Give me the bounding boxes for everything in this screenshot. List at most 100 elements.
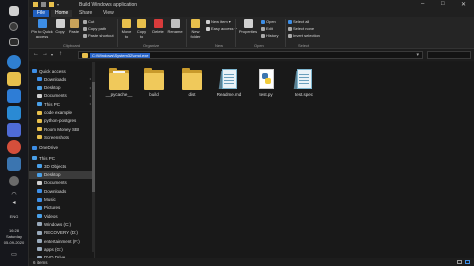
search-icon[interactable] bbox=[9, 22, 18, 31]
tab-share[interactable]: Share bbox=[75, 10, 96, 17]
drive-icon bbox=[37, 222, 42, 227]
sidebar-item[interactable]: Videos bbox=[29, 212, 94, 220]
open-button[interactable]: Open bbox=[261, 19, 276, 24]
sidebar-item[interactable]: Documents • bbox=[29, 92, 94, 100]
address-path[interactable]: C:\Windows\System32\cmd.exe bbox=[90, 53, 151, 58]
sidebar-item[interactable]: This PC • bbox=[29, 100, 94, 108]
search-input[interactable] bbox=[427, 51, 471, 59]
cut-button[interactable]: Cut bbox=[83, 19, 94, 24]
move-to-label: Move to bbox=[121, 29, 132, 39]
copy-to-button[interactable]: Copy to bbox=[135, 19, 148, 39]
language-indicator[interactable]: ENG bbox=[0, 214, 28, 220]
properties-check-icon bbox=[243, 19, 253, 28]
app-icon[interactable] bbox=[7, 123, 21, 137]
user-icon[interactable] bbox=[9, 176, 19, 186]
sidebar-item[interactable]: Room Money SBI bbox=[29, 125, 94, 133]
close-button[interactable]: ✕ bbox=[461, 1, 466, 8]
properties-label: Properties bbox=[238, 29, 258, 34]
sidebar-item[interactable]: RECOVERY (D:) bbox=[29, 229, 94, 237]
minimize-button[interactable]: – bbox=[421, 1, 424, 7]
file-name: dist bbox=[188, 92, 196, 97]
navigation-pane: Quick access Downloads • Desktop • Documents •… bbox=[29, 62, 95, 258]
edit-button[interactable]: Edit bbox=[261, 26, 273, 31]
details-view-icon[interactable] bbox=[457, 260, 462, 264]
maximize-button[interactable]: □ bbox=[441, 1, 445, 7]
paste-shortcut-button[interactable]: Paste shortcut bbox=[83, 33, 114, 38]
sidebar-item[interactable]: apps (G:) bbox=[29, 245, 94, 253]
clipboard-group-label: Clipboard bbox=[63, 43, 81, 48]
sidebar-item[interactable]: Windows (C:) bbox=[29, 220, 94, 228]
sidebar-item[interactable]: Music bbox=[29, 196, 94, 204]
recent-locations-icon[interactable]: ▾ bbox=[51, 52, 53, 57]
sidebar-item[interactable]: Desktop • bbox=[29, 84, 94, 92]
sidebar-item[interactable]: python-postgres bbox=[29, 117, 94, 125]
sidebar-item[interactable]: Documents bbox=[29, 179, 94, 187]
rename-button[interactable]: Rename bbox=[167, 19, 183, 34]
delete-button[interactable]: Delete bbox=[151, 19, 165, 34]
properties-button[interactable]: Properties bbox=[237, 19, 259, 34]
pin-to-quick-access-button[interactable]: Pin to Quick access bbox=[31, 19, 53, 39]
chevron-down-icon[interactable]: ▾ bbox=[57, 2, 62, 7]
sidebar-item[interactable]: Downloads bbox=[29, 187, 94, 195]
move-to-button[interactable]: Move to bbox=[120, 19, 133, 39]
sidebar-item[interactable]: 3D Objects bbox=[29, 162, 94, 170]
select-none-button[interactable]: Select none bbox=[288, 26, 314, 31]
sidebar-item[interactable]: Pictures bbox=[29, 204, 94, 212]
file-item[interactable]: test.py bbox=[248, 68, 284, 97]
file-item[interactable]: dist bbox=[174, 68, 210, 97]
new-folder-button[interactable]: New folder bbox=[188, 19, 203, 39]
sidebar-item[interactable]: code example bbox=[29, 109, 94, 117]
large-icons-view-icon[interactable] bbox=[465, 260, 470, 264]
navigation-scrollbar[interactable] bbox=[92, 62, 95, 252]
paste-button[interactable]: Paste bbox=[68, 19, 80, 34]
sidebar-item[interactable]: Quick access bbox=[29, 67, 94, 75]
chevron-down-icon[interactable]: ▾ bbox=[416, 52, 419, 58]
address-bar[interactable]: C:\Windows\System32\cmd.exe ▾ bbox=[78, 51, 423, 59]
clock-date[interactable]: 05-09-2020 bbox=[0, 240, 28, 246]
tab-file[interactable]: File bbox=[33, 10, 50, 17]
properties-icon[interactable] bbox=[41, 2, 46, 7]
sidebar-item[interactable]: Desktop bbox=[29, 170, 94, 179]
file-name: __pycache__ bbox=[105, 92, 133, 97]
file-explorer-icon[interactable] bbox=[7, 72, 21, 86]
pc-icon bbox=[32, 156, 37, 160]
edge-icon[interactable] bbox=[7, 55, 21, 69]
new-item-button[interactable]: New item ▾ bbox=[206, 19, 231, 24]
file-item[interactable]: test.spec bbox=[286, 68, 322, 97]
copy-button[interactable]: Copy bbox=[54, 19, 66, 34]
notifications-icon[interactable]: ▭ bbox=[0, 252, 28, 258]
volume-icon[interactable]: ◂ bbox=[0, 200, 28, 206]
select-all-button[interactable]: Select all bbox=[288, 19, 309, 24]
sidebar-item[interactable]: entertainment (F:) bbox=[29, 237, 94, 245]
start-icon[interactable] bbox=[9, 6, 19, 16]
new-folder-icon[interactable] bbox=[49, 2, 54, 7]
tab-view[interactable]: View bbox=[99, 10, 118, 17]
sidebar-item[interactable]: This PC bbox=[29, 154, 94, 162]
wifi-icon[interactable]: ◠ bbox=[0, 192, 28, 198]
back-arrow-icon[interactable]: ← bbox=[33, 51, 39, 57]
paste-icon bbox=[69, 19, 79, 28]
invert-selection-button[interactable]: Invert selection bbox=[288, 33, 320, 38]
store-icon[interactable] bbox=[7, 89, 21, 103]
sidebar-item[interactable]: Screenshots bbox=[29, 133, 94, 141]
file-item[interactable]: Readme.md bbox=[211, 68, 247, 97]
easy-access-button[interactable]: Easy access ▾ bbox=[206, 26, 237, 31]
history-button[interactable]: History bbox=[261, 33, 278, 38]
copy-path-button[interactable]: Copy path bbox=[83, 26, 106, 31]
python-icon[interactable] bbox=[7, 157, 21, 171]
ribbon-divider bbox=[285, 19, 286, 47]
file-item[interactable]: build bbox=[136, 68, 172, 97]
vscode-icon[interactable] bbox=[7, 106, 21, 120]
chrome-icon[interactable] bbox=[7, 140, 21, 154]
scrollbar-thumb[interactable] bbox=[92, 82, 95, 192]
file-item[interactable]: __pycache__ bbox=[101, 68, 137, 97]
sidebar-item-label: Documents bbox=[44, 180, 67, 186]
sidebar-item[interactable]: OneDrive bbox=[29, 144, 94, 152]
up-arrow-icon[interactable]: ↑ bbox=[59, 51, 62, 57]
forward-arrow-icon[interactable]: → bbox=[42, 51, 48, 57]
select-none-label: Select none bbox=[293, 26, 315, 31]
tab-home[interactable]: Home bbox=[51, 10, 73, 17]
rename-label: Rename bbox=[167, 29, 183, 34]
task-view-icon[interactable] bbox=[9, 38, 19, 46]
sidebar-item[interactable]: Downloads • bbox=[29, 75, 94, 83]
